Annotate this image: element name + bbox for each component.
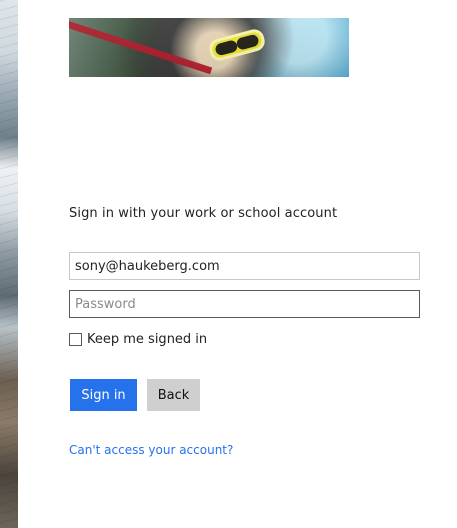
- keep-signed-in-row[interactable]: Keep me signed in: [69, 332, 207, 347]
- background-image-strip: [0, 0, 18, 528]
- keep-signed-in-checkbox[interactable]: [69, 333, 82, 346]
- banner-ski-pole: [69, 18, 213, 75]
- keep-signed-in-label: Keep me signed in: [87, 332, 208, 347]
- sign-in-button[interactable]: Sign in: [70, 379, 137, 411]
- banner-image: [69, 18, 349, 77]
- back-button[interactable]: Back: [147, 379, 200, 411]
- sign-in-heading: Sign in with your work or school account: [69, 206, 338, 221]
- email-input[interactable]: [69, 252, 420, 280]
- cant-access-account-link[interactable]: Can't access your account?: [69, 443, 233, 457]
- password-input[interactable]: [69, 290, 420, 318]
- banner-sunglasses: [207, 27, 267, 63]
